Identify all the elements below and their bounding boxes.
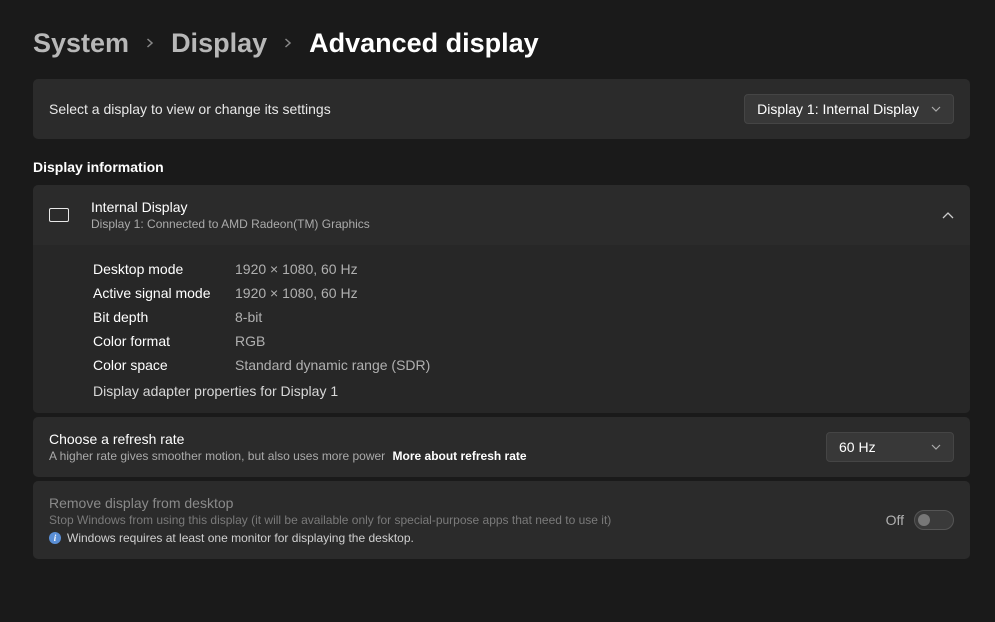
remove-info: i Windows requires at least one monitor … — [49, 531, 611, 545]
refresh-learn-more-link[interactable]: More about refresh rate — [393, 449, 527, 463]
info-key: Bit depth — [93, 309, 235, 325]
refresh-rate-dropdown[interactable]: 60 Hz — [826, 432, 954, 462]
info-val: RGB — [235, 333, 265, 349]
refresh-rate-card: Choose a refresh rate A higher rate give… — [33, 417, 970, 477]
info-row: Color format RGB — [93, 329, 954, 353]
remove-sub: Stop Windows from using this display (it… — [49, 513, 611, 527]
page-title: Advanced display — [309, 28, 539, 59]
info-val: 8-bit — [235, 309, 262, 325]
select-display-label: Select a display to view or change its s… — [49, 101, 331, 117]
remove-display-toggle — [914, 510, 954, 530]
monitor-icon — [49, 208, 69, 222]
refresh-sub: A higher rate gives smoother motion, but… — [49, 449, 826, 463]
refresh-rate-value: 60 Hz — [839, 439, 876, 455]
display-select-value: Display 1: Internal Display — [757, 101, 919, 117]
chevron-up-icon — [942, 208, 954, 222]
info-row: Active signal mode 1920 × 1080, 60 Hz — [93, 281, 954, 305]
info-key: Desktop mode — [93, 261, 235, 277]
remove-display-card: Remove display from desktop Stop Windows… — [33, 481, 970, 559]
info-key: Color space — [93, 357, 235, 373]
display-info-header[interactable]: Internal Display Display 1: Connected to… — [33, 185, 970, 245]
info-icon: i — [49, 532, 61, 544]
adapter-properties-link[interactable]: Display adapter properties for Display 1 — [93, 377, 954, 401]
toggle-label: Off — [886, 512, 904, 528]
info-row: Bit depth 8-bit — [93, 305, 954, 329]
section-header: Display information — [33, 159, 970, 175]
info-val: Standard dynamic range (SDR) — [235, 357, 430, 373]
info-key: Active signal mode — [93, 285, 235, 301]
breadcrumb-display[interactable]: Display — [171, 28, 267, 59]
chevron-right-icon — [145, 35, 155, 52]
display-info-subtitle: Display 1: Connected to AMD Radeon(TM) G… — [91, 217, 370, 231]
select-display-card: Select a display to view or change its s… — [33, 79, 970, 139]
breadcrumb-system[interactable]: System — [33, 28, 129, 59]
chevron-down-icon — [931, 104, 941, 115]
breadcrumb: System Display Advanced display — [33, 0, 970, 79]
display-select-dropdown[interactable]: Display 1: Internal Display — [744, 94, 954, 124]
info-val: 1920 × 1080, 60 Hz — [235, 261, 358, 277]
info-row: Color space Standard dynamic range (SDR) — [93, 353, 954, 377]
refresh-title: Choose a refresh rate — [49, 431, 826, 447]
toggle-knob — [918, 514, 930, 526]
chevron-down-icon — [931, 442, 941, 453]
remove-title: Remove display from desktop — [49, 495, 611, 511]
display-info-title: Internal Display — [91, 199, 370, 215]
info-val: 1920 × 1080, 60 Hz — [235, 285, 358, 301]
display-info-body: Desktop mode 1920 × 1080, 60 Hz Active s… — [33, 245, 970, 413]
info-key: Color format — [93, 333, 235, 349]
chevron-right-icon — [283, 35, 293, 52]
info-row: Desktop mode 1920 × 1080, 60 Hz — [93, 257, 954, 281]
remove-toggle-wrap: Off — [886, 510, 954, 530]
display-info-card: Internal Display Display 1: Connected to… — [33, 185, 970, 413]
